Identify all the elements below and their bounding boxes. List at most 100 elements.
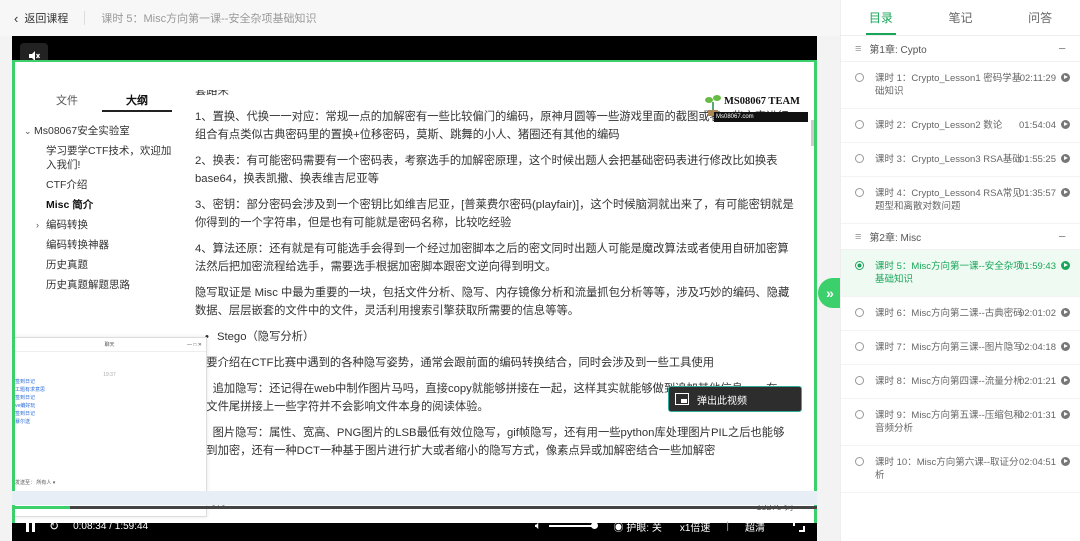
watermark-title: MS08067 TEAM [724,96,800,107]
lesson-duration: 01:54:04 [1019,120,1056,131]
lesson-title: 课时 6：Misc方向第二课--古典密码 [875,308,1023,319]
windows-taskbar [12,491,817,505]
lesson-duration: 01:35:57 [1019,188,1056,199]
chevron-right-icon[interactable]: › [36,218,46,232]
quality-button[interactable]: 超清 [745,519,765,534]
eye-care-toggle[interactable]: ◉ 护眼: 关 [613,519,661,534]
lesson-duration: 02:01:31 [1019,410,1056,421]
top-bar: ‹ 返回课程 课时 5：Misc方向第一课--安全杂项基础知识 [0,0,840,36]
tab-notes[interactable]: 笔记 [921,0,1001,35]
list-icon: ≡ [855,230,862,243]
play-icon[interactable] [1061,154,1070,163]
chevron-down-icon[interactable]: ⌄ [24,124,34,138]
volume-control[interactable]: 🔈︎ [535,520,599,533]
lesson-item[interactable]: 课时 8：Misc方向第四课--流量分析 02:01:21 [841,365,1080,399]
pause-button[interactable] [26,520,35,532]
outline-item[interactable]: 历史真题解题思路 [24,278,179,292]
play-icon[interactable] [1061,410,1070,419]
play-icon[interactable] [1061,342,1070,351]
lesson-item[interactable]: 课时 5：Misc方向第一课--安全杂项基础知识 01:59:43 [841,250,1080,297]
outline-item-label: 历史真题 [46,259,88,271]
doc-paragraph: 4、算法还原：还有就是有可能选手会得到一个经过加密脚本之后的密文同时出题人可能是… [195,243,789,273]
status-circle-icon [855,376,864,385]
play-icon[interactable] [1061,308,1070,317]
share-border [12,60,817,62]
replay-icon[interactable]: ↻ [49,519,59,533]
share-border [12,60,15,523]
play-icon[interactable] [1061,188,1070,197]
lesson-duration: 02:04:18 [1019,342,1056,353]
progress-fill [12,506,70,509]
outline-item[interactable]: 学习要学CTF技术，欢迎加入我们! [24,144,179,172]
play-icon[interactable] [1061,73,1070,82]
outline-item[interactable]: 历史真题 [24,258,179,272]
lesson-item[interactable]: 课时 6：Misc方向第二课--古典密码 02:01:02 [841,297,1080,331]
course-panel: 目录 笔记 问答 ≡ 第1章: Cypto − 课时 1：Crypto_Lesson1… [840,0,1080,541]
lesson-item[interactable]: 课时 2：Crypto_Lesson2 数论 01:54:04 [841,109,1080,143]
lesson-duration: 02:11:29 [1019,73,1056,84]
lesson-title: 课时 9：Misc方向第五课--压缩包和音频分析 [875,410,1023,434]
doc-paragraph: 隐写取证是 Misc 中最为重要的一块，包括文件分析、隐写、内存镜像分析和流量抓… [195,287,790,317]
collapse-icon[interactable]: − [1058,229,1066,244]
speed-button[interactable]: x1倍速 [680,519,711,534]
status-circle-icon [855,73,864,82]
status-circle-icon [855,261,864,270]
tab-files[interactable]: 文件 [32,90,102,112]
lesson-title: 课时 3：Crypto_Lesson3 RSA基础 [875,154,1022,165]
play-icon[interactable] [1061,261,1070,270]
tab-catalog[interactable]: 目录 [841,0,921,35]
chapter-title: 第2章: Misc [869,233,922,244]
tab-outline[interactable]: 大纲 [102,90,172,112]
progress-bar[interactable] [12,506,817,509]
popout-video-button[interactable]: 弹出此视频 [668,386,802,412]
catalog-list: ≡ 第1章: Cypto − 课时 1：Crypto_Lesson1 密码学基础知识 0… [841,36,1080,493]
lesson-duration: 01:59:43 [1019,261,1056,272]
outline-item[interactable]: Misc 简介 [24,198,179,212]
chapter-header[interactable]: ≡ 第2章: Misc − [841,224,1080,250]
outline-item[interactable]: ⌄ Ms08067安全实验室 [24,124,179,138]
back-to-course-link[interactable]: ‹ 返回课程 [14,10,68,26]
video-player[interactable]: 文件 大纲 ⌄ Ms08067安全实验室学习要学CTF技术，欢迎加入我们! CTF介… [12,36,817,541]
lesson-item[interactable]: 课时 1：Crypto_Lesson1 密码学基础知识 02:11:29 [841,62,1080,109]
tab-qa[interactable]: 问答 [1000,0,1080,35]
chat-message: 签到日记 [15,379,36,385]
volume-slider[interactable] [549,522,599,529]
window-controls-icon[interactable]: — □ ✕ [187,338,202,352]
lesson-title: 课时 10：Misc方向第六课--取证分析 [875,457,1019,481]
chat-list: 签到日记 工题有求意思 签到日记 ve编好玩 签到日记 暴尔送 [13,378,206,426]
status-circle-icon [855,410,864,419]
status-circle-icon [855,308,864,317]
lesson-title: 课时 7：Misc方向第三课--图片隐写 [875,342,1023,353]
lesson-duration: 01:55:25 [1019,154,1056,165]
lesson-item[interactable]: 课时 10：Misc方向第六课--取证分析 02:04:51 [841,446,1080,493]
back-label: 返回课程 [24,13,69,25]
outline-item-label: 学习要学CTF技术，欢迎加入我们! [46,145,172,171]
lesson-item[interactable]: 课时 3：Crypto_Lesson3 RSA基础 01:55:25 [841,143,1080,177]
team-watermark: MS08067 TEAM Ms08067.com [702,90,812,126]
doc-paragraph: 主要介绍在CTF比赛中遇到的各种隐写姿势，通常会跟前面的编码转换结合，同时会涉及… [195,357,715,369]
lesson-title: 课时 8：Misc方向第四课--流量分析 [875,376,1023,387]
outline-item[interactable]: CTF介绍 [24,178,179,192]
lesson-item[interactable]: 课时 7：Misc方向第三课--图片隐写 02:04:18 [841,331,1080,365]
fullscreen-icon[interactable] [793,520,805,532]
lesson-item[interactable]: 课时 4：Crypto_Lesson4 RSA常见题型和离散对数问题 01:35:… [841,177,1080,224]
chat-send-to[interactable]: 发送至： 所有人 ▾ [15,479,55,486]
play-icon[interactable] [1061,457,1070,466]
status-circle-icon [855,120,864,129]
play-icon[interactable] [1061,376,1070,385]
outline-item[interactable]: 编码转换神器 [24,238,179,252]
chapter-header[interactable]: ≡ 第1章: Cypto − [841,36,1080,62]
speaker-icon[interactable]: 🔈︎ [535,520,542,533]
list-icon: ≡ [855,42,862,55]
expand-panel-button[interactable]: » [818,278,842,308]
popout-label: 弹出此视频 [697,395,747,407]
volume-knob[interactable] [591,522,599,529]
collapse-icon[interactable]: − [1058,41,1066,56]
play-icon[interactable] [1061,120,1070,129]
divider [84,11,86,25]
lesson-item[interactable]: 课时 9：Misc方向第五课--压缩包和音频分析 02:01:31 [841,399,1080,446]
doc-sidebar-tabs: 文件 大纲 [32,90,172,112]
outline-item[interactable]: › 编码转换 [24,218,179,232]
lesson-title: 课时 1：Crypto_Lesson1 密码学基础知识 [875,73,1022,97]
doc-paragraph: 1、图片隐写：属性、宽高、PNG图片的LSB最低有效位隐写，gif帧隐写，还有用… [195,427,785,457]
